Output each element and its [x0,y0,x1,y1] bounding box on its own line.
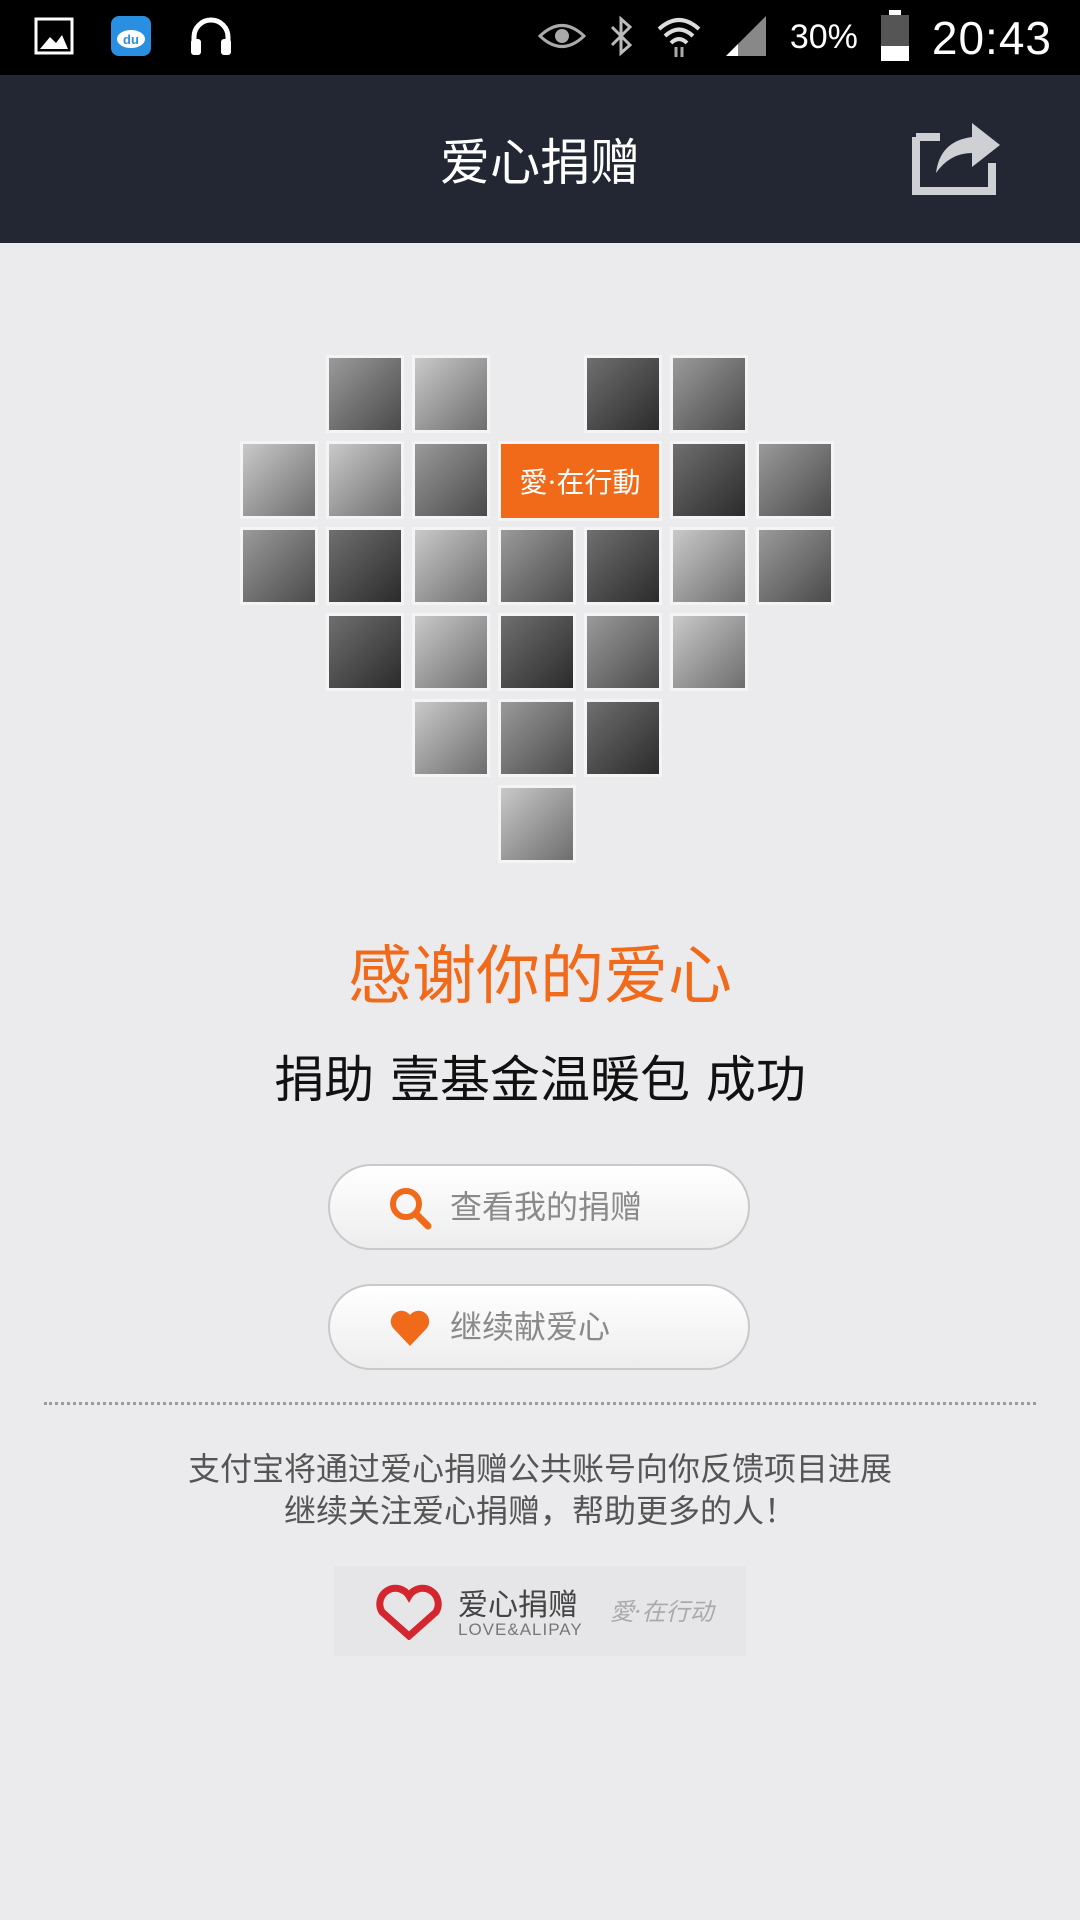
signal-icon [724,14,768,62]
photo-tile [670,527,748,605]
photo-tile [326,441,404,519]
photo-tile [756,441,834,519]
photo-tile [326,527,404,605]
continue-donating-label: 继续献爱心 [450,1308,611,1346]
thanks-message: 感谢你的爱心 [348,940,732,1014]
app-header: 爱心捐赠 [0,75,1080,243]
feedback-info: 支付宝将通过爱心捐赠公共账号向你反馈项目进展 继续关注爱心捐赠，帮助更多的人！ [0,1448,1080,1532]
photo-tile [498,699,576,777]
brand-heart-icon [374,1584,444,1641]
heart-photo-mosaic: 愛·在行動 [240,355,840,875]
share-button[interactable] [910,111,1006,195]
info-line-1: 支付宝将通过爱心捐赠公共账号向你反馈项目进展 [187,1450,892,1488]
photo-tile [584,527,662,605]
photo-tile [412,527,490,605]
wifi-icon [656,13,702,63]
photo-tile [756,527,834,605]
headphones-icon [188,15,234,61]
gallery-icon [34,17,74,59]
battery-icon [880,9,910,66]
photo-tile [584,699,662,777]
photo-tile [584,613,662,691]
photo-tile [498,785,576,863]
photo-tile [498,613,576,691]
brand-name: 爱心捐赠 [458,1588,578,1623]
photo-tile [412,699,490,777]
love-alipay-brand: 爱心捐赠 LOVE&ALIPAY 愛·在行动 [334,1566,746,1656]
photo-tile [670,355,748,433]
photo-tile [670,613,748,691]
photo-tile [240,527,318,605]
eye-icon [537,21,586,55]
photo-tile [670,441,748,519]
donation-success-message: 捐助 壹基金温暖包 成功 [274,1051,806,1109]
svg-text:du: du [123,32,139,47]
clock: 20:43 [931,11,1052,64]
status-bar: du 30% 20:43 [0,0,1080,75]
photo-tile [412,355,490,433]
view-my-donations-label: 查看我的捐赠 [450,1188,643,1226]
photo-tile [584,355,662,433]
heart-icon [388,1306,432,1350]
love-in-action-badge: 愛·在行動 [498,441,662,521]
status-bar-system: 30% 20:43 [537,0,1052,75]
photo-tile [326,355,404,433]
photo-tile [498,527,576,605]
share-icon [910,111,1006,199]
brand-slogan: 愛·在行动 [610,1598,714,1626]
search-icon [388,1186,432,1230]
baidu-cloud-icon: du [110,15,152,61]
view-my-donations-button[interactable]: 查看我的捐赠 [328,1164,750,1250]
photo-tile [326,613,404,691]
status-bar-notifications: du [34,12,234,64]
photo-tile [412,613,490,691]
brand-subtitle: LOVE&ALIPAY [458,1620,583,1639]
photo-tile [240,441,318,519]
info-line-2: 继续关注爱心捐赠，帮助更多的人！ [283,1492,796,1530]
bluetooth-icon [608,15,634,61]
dotted-divider [44,1402,1036,1405]
battery-percent: 30% [789,18,858,56]
photo-tile [412,441,490,519]
continue-donating-button[interactable]: 继续献爱心 [328,1284,750,1370]
